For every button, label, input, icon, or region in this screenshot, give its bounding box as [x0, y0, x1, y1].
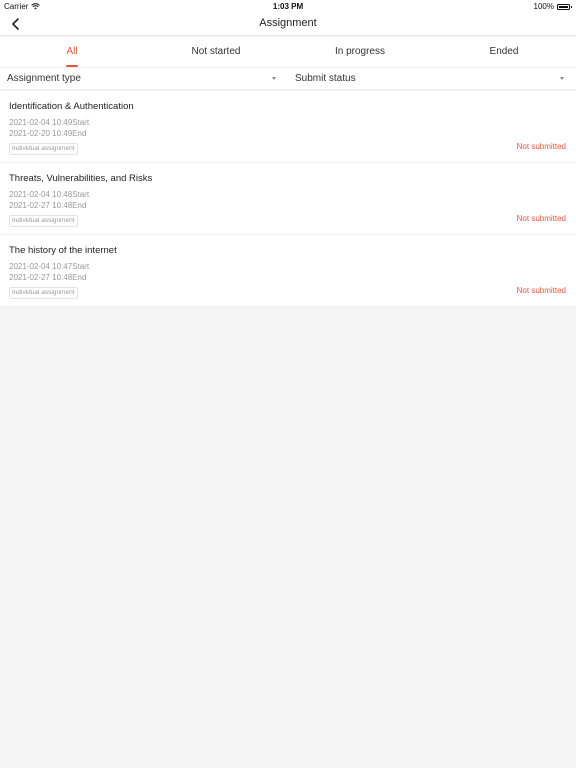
assignment-title: Threats, Vulnerabilities, and Risks	[9, 173, 153, 184]
assignment-type-tag: Individual assignment	[9, 143, 78, 155]
assignment-end-time: 2021-02-20 10:49End	[9, 129, 87, 138]
assignment-start-time: 2021-02-04 10:49Start	[9, 118, 90, 127]
tab-all[interactable]: All	[0, 37, 144, 67]
submission-status: Not submitted	[516, 286, 566, 295]
assignment-type-filter[interactable]: Assignment type	[0, 68, 288, 89]
assignment-card[interactable]: The history of the internet 2021-02-04 1…	[0, 235, 576, 307]
assignment-type-label: Assignment type	[7, 73, 81, 84]
assignment-end-time: 2021-02-27 10:48End	[9, 273, 87, 282]
submission-status: Not submitted	[516, 142, 566, 151]
filter-bar: Assignment type Submit status	[0, 68, 576, 90]
assignment-start-time: 2021-02-04 10:47Start	[9, 262, 90, 271]
assignment-card[interactable]: Threats, Vulnerabilities, and Risks 2021…	[0, 163, 576, 235]
assignment-end-time: 2021-02-27 10:48End	[9, 201, 87, 210]
battery-percent: 100%	[533, 2, 554, 11]
clock: 1:03 PM	[272, 2, 304, 11]
assignment-title: Identification & Authentication	[9, 101, 134, 112]
tab-not-started[interactable]: Not started	[144, 37, 288, 67]
submit-status-filter[interactable]: Submit status	[288, 68, 576, 89]
battery-group: 100%	[533, 2, 572, 11]
caret-down-icon	[272, 77, 276, 80]
tab-in-progress[interactable]: In progress	[288, 37, 432, 67]
page-title: Assignment	[259, 17, 317, 29]
caret-down-icon	[560, 77, 564, 80]
assignment-type-tag: Individual assignment	[9, 287, 78, 299]
submission-status: Not submitted	[516, 214, 566, 223]
assignment-title: The history of the internet	[9, 245, 117, 256]
assignment-start-time: 2021-02-04 10:48Start	[9, 190, 90, 199]
assignment-type-tag: Individual assignment	[9, 215, 78, 227]
assignment-card[interactable]: Identification & Authentication 2021-02-…	[0, 91, 576, 163]
tab-bar: All Not started In progress Ended	[0, 37, 576, 68]
navigation-bar: Assignment	[0, 13, 576, 36]
assignment-list: Identification & Authentication 2021-02-…	[0, 91, 576, 307]
submit-status-label: Submit status	[295, 73, 356, 84]
status-bar: Carrier 1:03 PM 100%	[0, 0, 576, 13]
battery-icon	[557, 3, 572, 10]
tab-ended[interactable]: Ended	[432, 37, 576, 67]
